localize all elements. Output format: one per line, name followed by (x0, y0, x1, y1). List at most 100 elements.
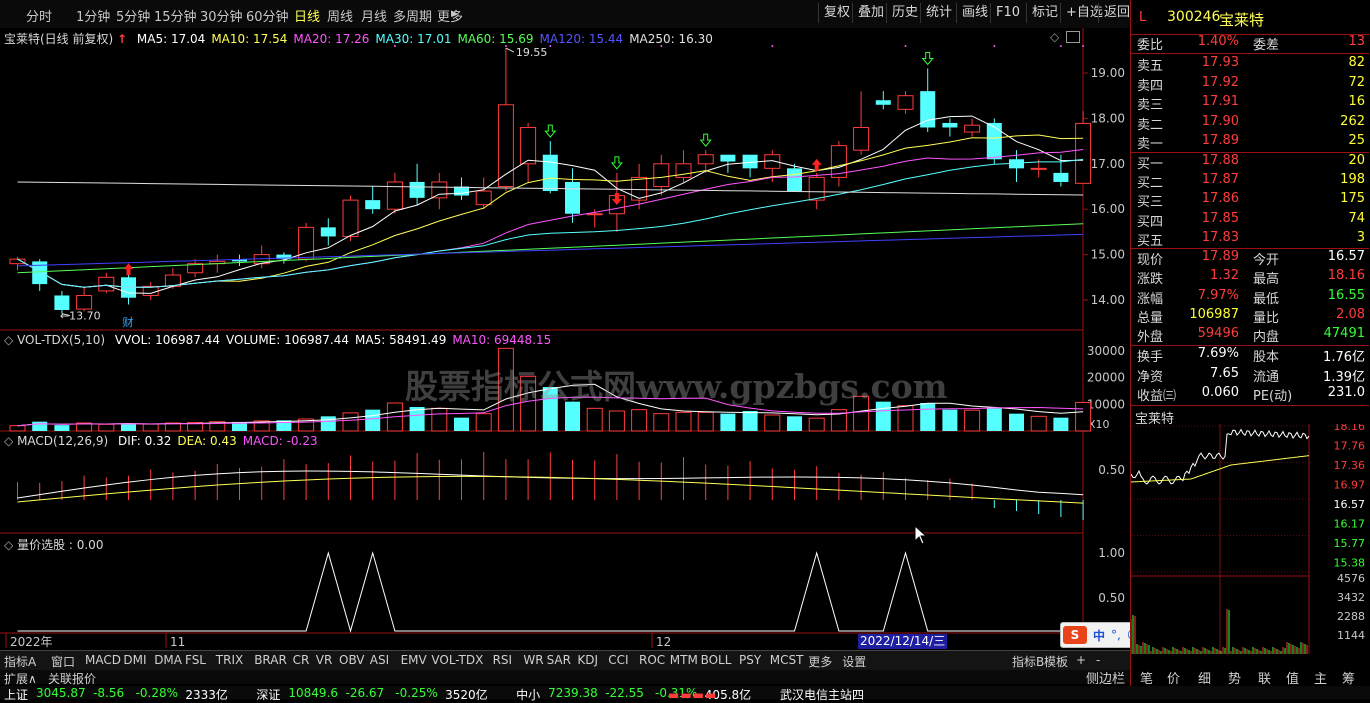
indicator-tab-6[interactable]: TRIX (216, 653, 243, 667)
indicator-tab-12[interactable]: EMV (401, 653, 427, 667)
indicator-tab-23[interactable]: MCST (770, 653, 804, 667)
period-tab-4[interactable]: 30分钟 (200, 6, 243, 25)
ask-row-1: 卖四 17.92 72 (1131, 75, 1369, 94)
ma-value-5: MA120: 15.44 (539, 32, 624, 46)
toolbar-button-6[interactable]: 标记 (1026, 3, 1063, 23)
window-toggle-icon[interactable] (1066, 31, 1080, 43)
ask-row-4: 卖一 17.89 25 (1131, 133, 1369, 152)
stat-row-0-value2: 16.57 (1327, 249, 1365, 264)
punctuation-icon[interactable]: °, (1111, 628, 1121, 642)
collapse-icon[interactable]: ◇ (4, 538, 13, 552)
bid-row-2-label: 买三 (1137, 195, 1164, 211)
bid-row-2-value: 17.86 (1201, 191, 1239, 207)
stat-row-3-value: 106987 (1189, 306, 1239, 322)
side-tab-3[interactable]: 细 (1198, 668, 1211, 687)
side-tab-8[interactable]: 筹 (1342, 668, 1355, 687)
period-tab-6[interactable]: 日线 (294, 6, 320, 25)
side-tab-7[interactable]: 主 (1314, 668, 1327, 687)
toolbar-button-0[interactable]: 复权 (818, 3, 855, 23)
status-item-5: 深证 (256, 688, 281, 702)
diamond-icon[interactable]: ◇ (1050, 30, 1059, 44)
toolbar-button-1[interactable]: 叠加 (852, 3, 889, 23)
side-tab-4[interactable]: 势 (1228, 668, 1241, 687)
related-quote-button[interactable]: 关联报价 (48, 670, 96, 687)
vol-axis-label: 10000 (1087, 397, 1125, 411)
toolbar-button-3[interactable]: 统计 (920, 3, 957, 23)
indicator-tab-18[interactable]: CCI (608, 653, 628, 667)
volume-bar (697, 411, 714, 432)
period-tab-10[interactable]: 更多 (437, 6, 463, 25)
indicator-tab-14[interactable]: RSI (493, 653, 513, 667)
indicator-tab-11[interactable]: ASI (370, 653, 389, 667)
toolbar-button-4[interactable]: 画线 (956, 3, 993, 23)
mini-vol-axis-label: 2288 (1337, 610, 1365, 623)
indicator-tab-16[interactable]: SAR (547, 653, 571, 667)
side-tab-2[interactable]: 价 (1167, 668, 1180, 687)
vol-value-3: MA10: 69448.15 (452, 333, 552, 347)
period-tab-8[interactable]: 月线 (361, 6, 387, 25)
volume-bar (853, 395, 870, 432)
status-item-0: 上证 (4, 688, 29, 702)
toolbar-button-2[interactable]: 历史 (886, 3, 923, 23)
low-price-label: ←13.70 (60, 310, 101, 323)
indicator-tab-3[interactable]: DMI (123, 653, 146, 667)
indicator-tab-19[interactable]: ROC (639, 653, 665, 667)
stat-row-2-label: 涨幅 (1137, 291, 1164, 307)
period-tab-2[interactable]: 5分钟 (116, 6, 150, 25)
period-tab-3[interactable]: 15分钟 (154, 6, 197, 25)
indicator-right-3[interactable]: - (1096, 653, 1100, 667)
ime-mode-label[interactable]: 中 (1093, 627, 1105, 644)
period-tab-5[interactable]: 60分钟 (246, 6, 289, 25)
toolbar-button-5[interactable]: F10 (990, 3, 1025, 23)
more-chevron-icon[interactable]: ▸ (451, 6, 458, 21)
indicator-tab-7[interactable]: BRAR (254, 653, 287, 667)
indicator-right-1[interactable]: 模板 (1044, 653, 1068, 670)
candle-down (54, 295, 70, 310)
volume-bar (542, 387, 558, 431)
bid-row-3-value2: 74 (1348, 210, 1365, 226)
indicator-tab-0[interactable]: 指标A (4, 653, 36, 670)
indicator-tab-22[interactable]: PSY (739, 653, 761, 667)
period-tab-7[interactable]: 周线 (327, 6, 353, 25)
stat-row-3-value2: 2.08 (1336, 306, 1365, 322)
indicator-tab-10[interactable]: OBV (339, 653, 365, 667)
indicator-tab-2[interactable]: MACD (85, 653, 121, 667)
indicator-tab-5[interactable]: FSL (185, 653, 206, 667)
sogou-logo-icon[interactable]: S (1063, 626, 1087, 644)
indicator-tab-21[interactable]: BOLL (701, 653, 732, 667)
ask-row-3-value2: 262 (1340, 113, 1365, 129)
stock-code: 300246 (1167, 9, 1221, 25)
indicator-tab-20[interactable]: MTM (670, 653, 698, 667)
indicator-tab-8[interactable]: CR (293, 653, 310, 667)
indicator-tab-4[interactable]: DMA (154, 653, 182, 667)
volume-bar (365, 409, 381, 431)
indicator-right-0[interactable]: 指标B (1012, 653, 1044, 670)
volume-bar (142, 423, 159, 432)
indicator-tab-17[interactable]: KDJ (577, 653, 598, 667)
indicator-tab-1[interactable]: 窗口 (51, 653, 75, 670)
period-tab-1[interactable]: 1分钟 (76, 6, 110, 25)
ask-row-4-value: 17.89 (1201, 133, 1239, 148)
period-tab-9[interactable]: 多周期 (393, 6, 432, 25)
period-tab-0[interactable]: 分时 (26, 6, 52, 25)
stat-row-0-label2: 今开 (1253, 253, 1280, 268)
indicator-tab-9[interactable]: VR (316, 653, 333, 667)
volume-bar (454, 417, 469, 431)
side-tab-6[interactable]: 值 (1286, 668, 1299, 687)
event-dot (1082, 45, 1085, 47)
ext-button[interactable]: 扩展∧ (4, 670, 37, 687)
collapse-icon[interactable]: ◇ (4, 434, 13, 448)
indicator-tab-25[interactable]: 设置 (842, 653, 866, 670)
side-tab-5[interactable]: 联 (1258, 668, 1271, 687)
indicator-tab-24[interactable]: 更多 (808, 653, 832, 670)
stock-header: L 300246 宝莱特 (1131, 0, 1369, 35)
indicator-tab-13[interactable]: VOL-TDX (431, 653, 483, 667)
indicator-right-2[interactable]: + (1076, 653, 1086, 667)
indicator-tab-15[interactable]: WR (523, 653, 543, 667)
collapse-icon[interactable]: ◇ (4, 333, 13, 347)
webi-label: 委比 (1137, 38, 1164, 53)
intraday-mini-chart[interactable]: 18.16 17.76 17.36 16.97 16.57 16.17 15.77 15.38… (1131, 424, 1369, 664)
side-tab-1[interactable]: 笔 (1140, 668, 1153, 687)
side-tab-0[interactable]: 侧边栏 (1086, 668, 1125, 687)
event-dot (771, 45, 774, 47)
